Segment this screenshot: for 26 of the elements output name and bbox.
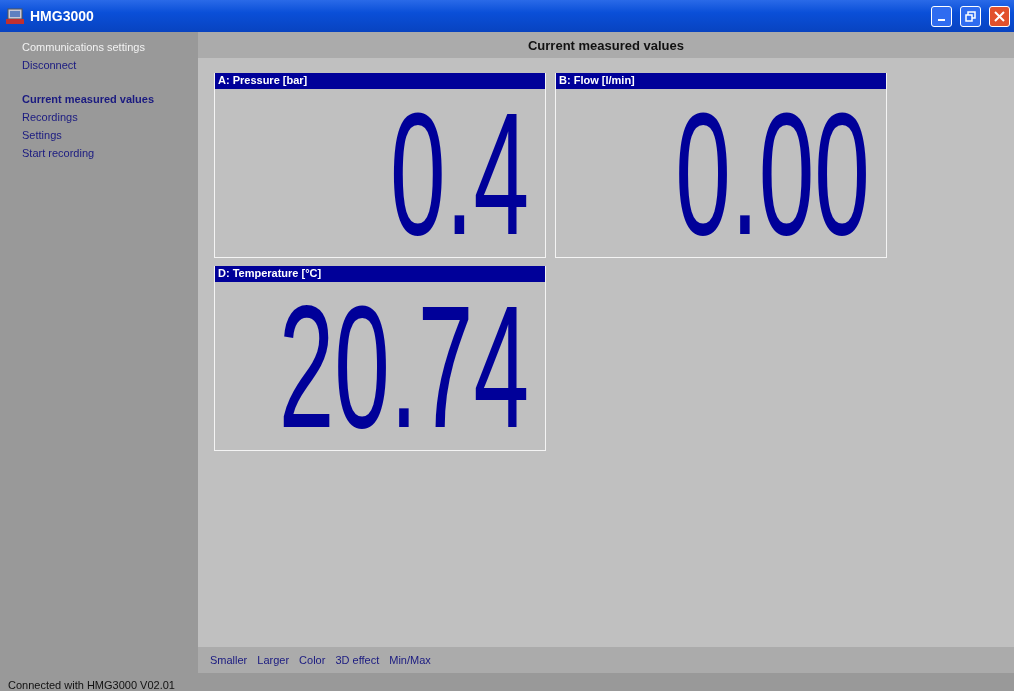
sidebar-item[interactable]: Settings <box>0 126 198 144</box>
close-button[interactable] <box>989 5 1010 27</box>
close-icon <box>994 10 1005 22</box>
panel-title: A: Pressure [bar] <box>215 73 545 89</box>
toolbar-link[interactable]: 3D effect <box>335 654 380 666</box>
toolbar-link[interactable]: Smaller <box>210 654 248 666</box>
restore-button[interactable] <box>960 5 981 27</box>
sidebar-item[interactable]: Disconnect <box>0 56 198 74</box>
reading-value: 20.74 <box>278 291 529 441</box>
toolbar-link[interactable]: Min/Max <box>389 654 431 666</box>
sidebar-item[interactable]: Recordings <box>0 108 198 126</box>
reading-value: 0.4 <box>390 98 529 248</box>
toolbar-link[interactable]: Color <box>299 654 326 666</box>
window-title: HMG3000 <box>30 8 95 24</box>
reading-value: 0.00 <box>675 98 870 248</box>
restore-icon <box>965 10 976 22</box>
status-text: Connected with HMG3000 V02.01 <box>7 679 175 691</box>
minimize-icon <box>938 19 945 21</box>
minimize-button[interactable] <box>931 5 952 27</box>
page-heading: Current measured values <box>527 37 685 53</box>
sidebar-item[interactable]: Start recording <box>0 144 198 162</box>
sidebar-item[interactable]: Current measured values <box>0 90 198 108</box>
panel-title: B: Flow [l/min] <box>556 73 886 89</box>
panel-title: D: Temperature [°C] <box>215 266 545 282</box>
toolbar-link[interactable]: Larger <box>257 654 290 666</box>
app-icon <box>6 8 24 24</box>
